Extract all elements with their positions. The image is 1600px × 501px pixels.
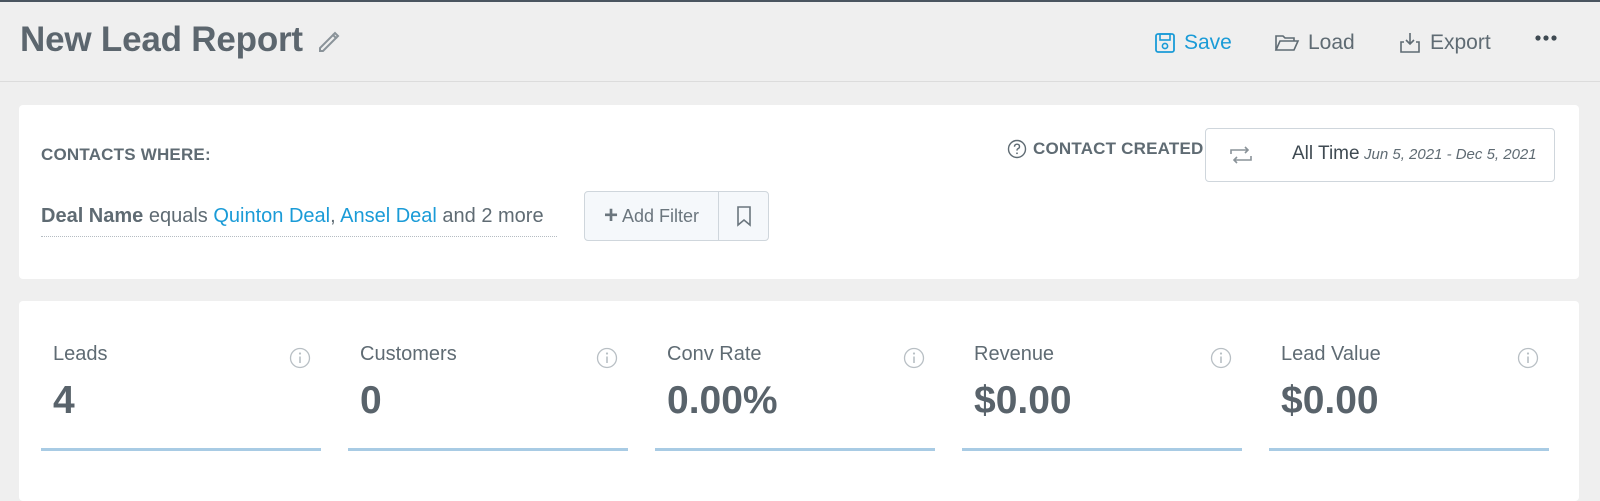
date-range-text: Jun 5, 2021 - Dec 5, 2021 [1364,146,1537,163]
stat-lead-value: Lead Value $0.00 [1269,339,1549,451]
help-icon[interactable] [1007,139,1027,159]
filter-more-text[interactable]: and 2 more [442,205,543,227]
contacts-where-heading: CONTACTS WHERE: [41,145,211,164]
stat-label: Revenue [974,343,1055,365]
folder-open-icon [1274,35,1300,51]
page-title: New Lead Report [20,20,303,59]
stat-label: Lead Value [1281,343,1381,365]
filter-panel: CONTACTS WHERE: CONTACT CREATED All Time… [19,105,1579,279]
export-label: Export [1430,31,1491,54]
stat-leads: Leads 4 [41,339,321,451]
date-option-label: All Time [1292,143,1360,164]
stat-value: $0.00 [974,379,1072,422]
stat-value: 0 [360,379,382,422]
repeat-icon [1230,146,1252,164]
stat-revenue: Revenue $0.00 [962,339,1242,451]
stat-label: Leads [53,343,108,365]
bookmark-icon [736,206,751,227]
filter-value-link[interactable]: Ansel Deal [340,205,437,227]
info-icon[interactable] [1210,347,1232,369]
stat-conv-rate: Conv Rate 0.00% [655,339,935,451]
stat-label: Conv Rate [667,343,762,365]
pencil-icon[interactable] [316,28,340,54]
info-icon[interactable] [596,347,618,369]
load-label: Load [1308,31,1355,54]
export-button[interactable]: Export [1398,26,1491,60]
add-filter-group: + Add Filter [584,191,769,241]
export-icon [1400,33,1420,53]
stat-label: Customers [360,343,457,365]
filter-value-link[interactable]: Quinton Deal [213,205,330,227]
more-horizontal-icon[interactable] [1534,32,1558,44]
stats-panel: Leads 4 Customers 0 Conv Rate 0.00% Reve… [19,301,1579,501]
add-filter-button[interactable]: + Add Filter [585,192,719,240]
date-range-picker[interactable]: All Time Jun 5, 2021 - Dec 5, 2021 [1205,128,1555,182]
filter-operator: equals [148,205,208,227]
info-icon[interactable] [903,347,925,369]
save-button[interactable]: Save [1154,26,1232,60]
stat-value: $0.00 [1281,379,1379,422]
stat-customers: Customers 0 [348,339,628,451]
bookmark-button[interactable] [719,192,768,240]
stat-value: 4 [53,379,75,422]
info-icon[interactable] [1517,347,1539,369]
load-button[interactable]: Load [1274,26,1355,60]
filter-field: Deal Name [41,205,144,227]
contact-created-label: CONTACT CREATED [1007,139,1203,159]
info-icon[interactable] [289,347,311,369]
report-header: New Lead Report Save Load Export [0,2,1600,82]
stat-value: 0.00% [667,379,778,422]
add-filter-label: Add Filter [621,205,700,226]
save-label: Save [1184,31,1232,54]
contact-created-text: CONTACT CREATED [1033,139,1204,158]
save-icon [1155,33,1175,53]
filter-condition[interactable]: Deal Name equals Quinton Deal, Ansel Dea… [41,205,557,237]
plus-icon: + [603,202,618,229]
filter-separator: , [330,205,336,227]
